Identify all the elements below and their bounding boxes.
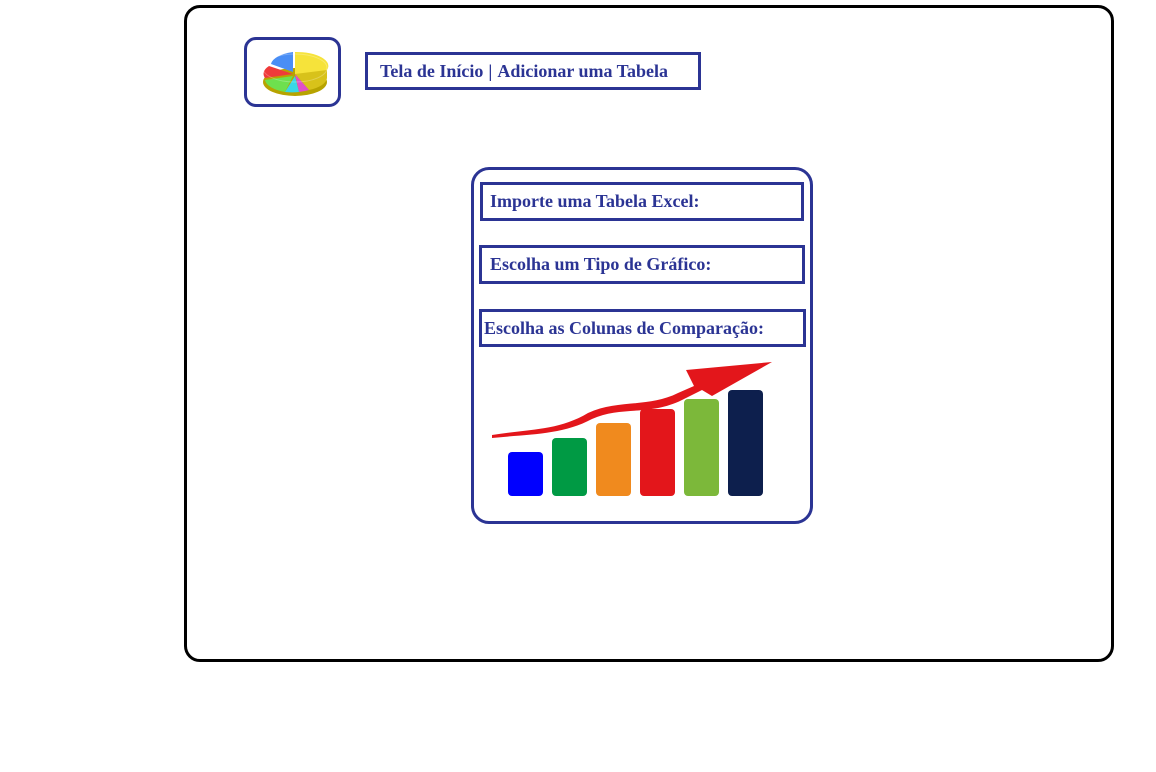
illustration-bar bbox=[728, 390, 763, 496]
comparison-columns-label: Escolha as Colunas de Comparação: bbox=[484, 317, 765, 338]
illustration-bar bbox=[684, 399, 719, 496]
import-excel-table-field[interactable]: Importe uma Tabela Excel: bbox=[480, 182, 804, 221]
breadcrumb-current: Adicionar uma Tabela bbox=[497, 60, 669, 81]
breadcrumb: Tela de Início | Adicionar uma Tabela bbox=[365, 52, 701, 90]
growth-bar-chart-icon bbox=[492, 362, 772, 496]
chart-type-field[interactable]: Escolha um Tipo de Gráfico: bbox=[479, 245, 805, 284]
pie-chart-icon bbox=[262, 51, 329, 96]
import-excel-table-label: Importe uma Tabela Excel: bbox=[490, 191, 700, 211]
illustration-bar bbox=[552, 438, 587, 496]
illustration-bar bbox=[508, 452, 543, 496]
illustration-bar bbox=[640, 409, 675, 496]
illustration-bar bbox=[596, 423, 631, 496]
home-logo-button[interactable] bbox=[244, 37, 341, 107]
breadcrumb-separator: | bbox=[488, 60, 493, 81]
comparison-columns-field[interactable]: Escolha as Colunas de Comparação: bbox=[479, 309, 806, 347]
breadcrumb-home-link[interactable]: Tela de Início bbox=[380, 61, 483, 82]
chart-type-label: Escolha um Tipo de Gráfico: bbox=[490, 254, 712, 274]
